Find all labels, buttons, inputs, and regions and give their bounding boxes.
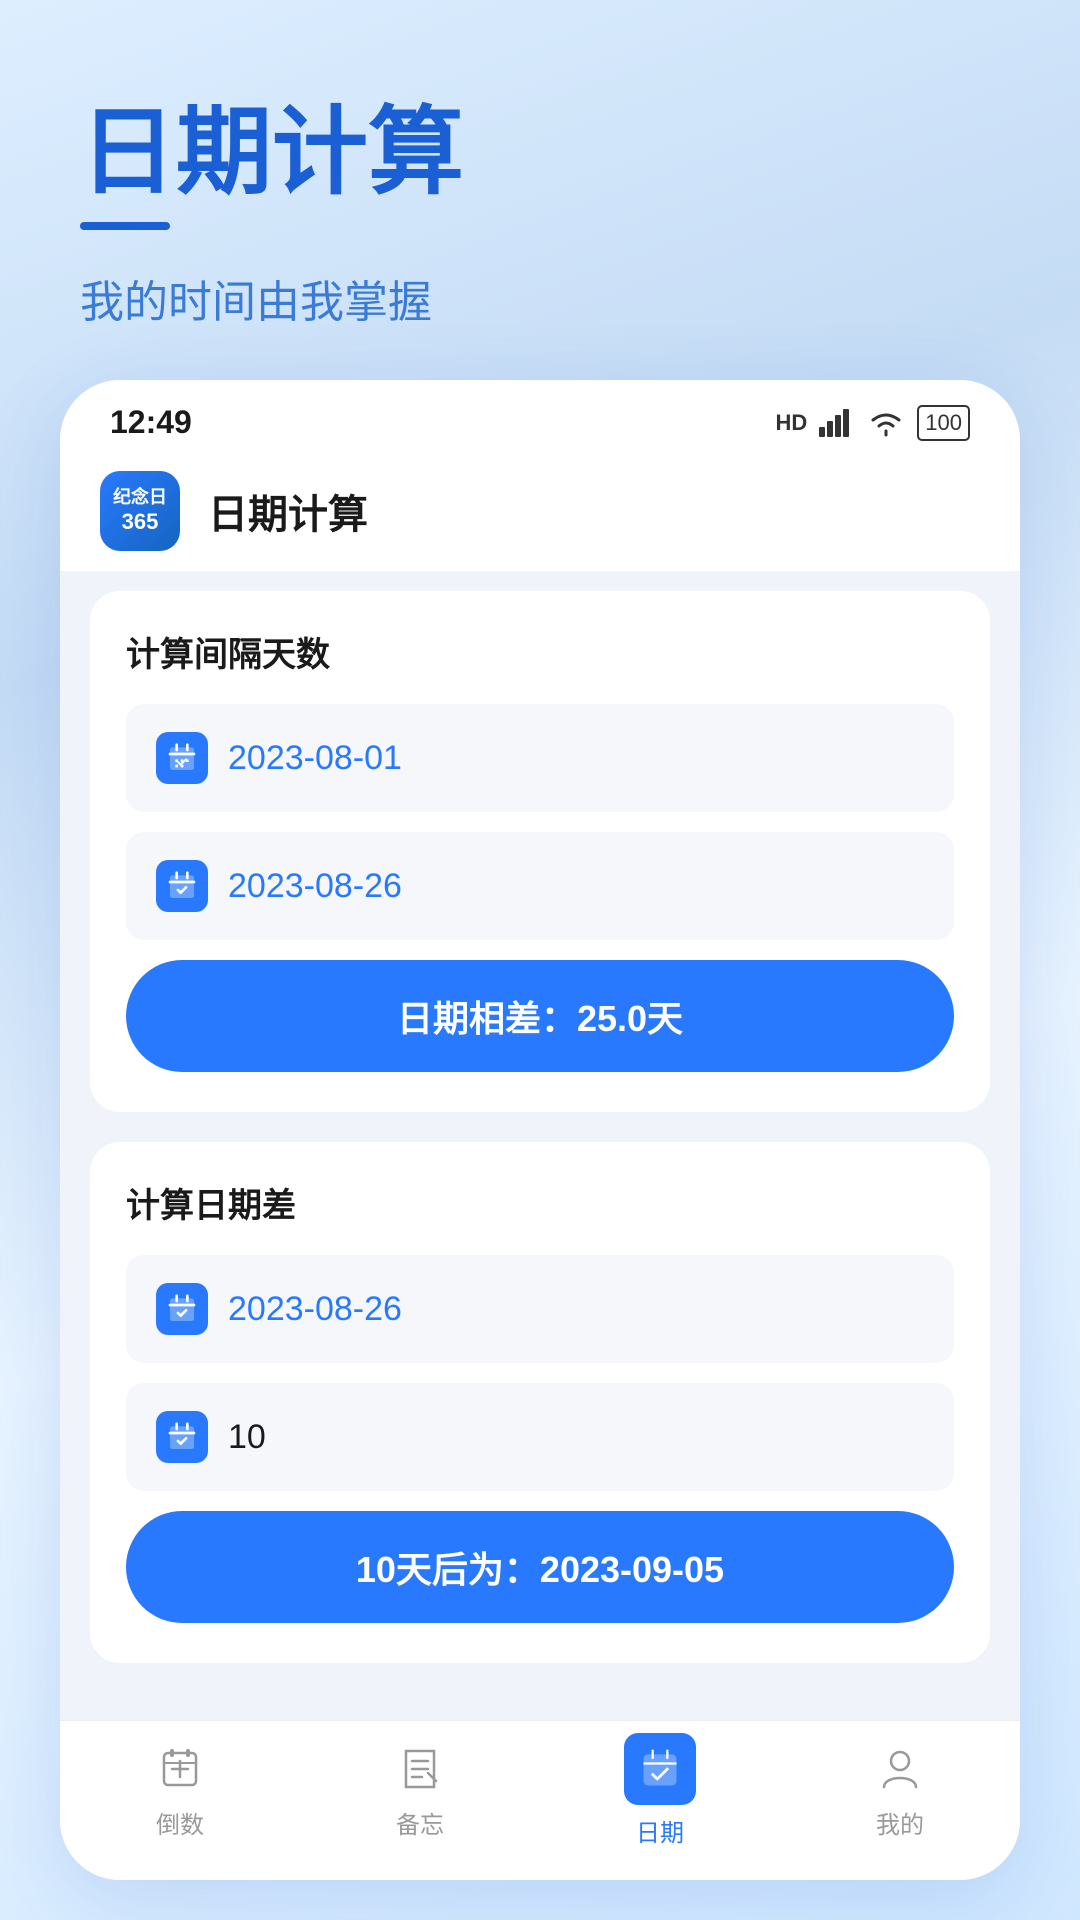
hd-icon: HD bbox=[776, 410, 808, 436]
tab-profile[interactable]: 我的 bbox=[780, 1741, 1020, 1840]
section2-title: 计算日期差 bbox=[126, 1178, 954, 1227]
tab-memo-label: 备忘 bbox=[396, 1805, 444, 1840]
app-subtitle: 我的时间由我掌握 bbox=[80, 266, 1000, 330]
wifi-icon bbox=[867, 409, 905, 437]
date-icon-bg bbox=[624, 1733, 696, 1805]
memo-icon bbox=[392, 1741, 448, 1797]
section-date-diff: 计算日期差 2023-08-26 bbox=[90, 1142, 990, 1663]
phone-mockup: 12:49 HD 100 纪念日 bbox=[60, 380, 1020, 1880]
section1-date2-row[interactable]: 2023-08-26 bbox=[126, 832, 954, 940]
section2-date1-value[interactable]: 2023-08-26 bbox=[228, 1290, 402, 1329]
section1-date2-value[interactable]: 2023-08-26 bbox=[228, 867, 402, 906]
section2-result-btn[interactable]: 10天后为：2023-09-05 bbox=[126, 1511, 954, 1623]
tab-date-label: 日期 bbox=[636, 1813, 684, 1848]
main-content: 计算间隔天数 2023-08-01 bbox=[60, 571, 1020, 1791]
status-time: 12:49 bbox=[110, 404, 192, 441]
tab-countdown[interactable]: 倒数 bbox=[60, 1741, 300, 1840]
calendar-icon-4 bbox=[156, 1411, 208, 1463]
tab-date[interactable]: 日期 bbox=[540, 1733, 780, 1848]
app-header-title: 日期计算 bbox=[208, 482, 368, 540]
section1-result-text: 日期相差：25.0天 bbox=[397, 998, 683, 1039]
app-logo: 纪念日 365 bbox=[100, 471, 180, 551]
status-icons: HD 100 bbox=[776, 405, 971, 441]
section1-date1-value[interactable]: 2023-08-01 bbox=[228, 739, 402, 778]
section2-result-text: 10天后为：2023-09-05 bbox=[356, 1549, 724, 1590]
tab-memo[interactable]: 备忘 bbox=[300, 1741, 540, 1840]
tab-bar: 倒数 备忘 bbox=[60, 1720, 1020, 1880]
section1-date1-row[interactable]: 2023-08-01 bbox=[126, 704, 954, 812]
section2-days-value[interactable]: 10 bbox=[228, 1418, 266, 1457]
signal-icon bbox=[819, 409, 855, 437]
section-interval-days: 计算间隔天数 2023-08-01 bbox=[90, 591, 990, 1112]
header-area: 日期计算 我的时间由我掌握 bbox=[0, 0, 1080, 370]
battery-icon: 100 bbox=[917, 405, 970, 441]
date-icon bbox=[624, 1733, 696, 1805]
section2-days-row[interactable]: 10 bbox=[126, 1383, 954, 1491]
status-bar: 12:49 HD 100 bbox=[60, 380, 1020, 451]
section1-title: 计算间隔天数 bbox=[126, 627, 954, 676]
calendar-icon-1 bbox=[156, 732, 208, 784]
section2-date1-row[interactable]: 2023-08-26 bbox=[126, 1255, 954, 1363]
app-header-bar: 纪念日 365 日期计算 bbox=[60, 451, 1020, 571]
calendar-icon-3 bbox=[156, 1283, 208, 1335]
countdown-icon bbox=[152, 1741, 208, 1797]
app-title: 日期计算 bbox=[80, 100, 1000, 206]
calendar-icon-2 bbox=[156, 860, 208, 912]
section1-result-btn[interactable]: 日期相差：25.0天 bbox=[126, 960, 954, 1072]
profile-icon bbox=[872, 1741, 928, 1797]
tab-profile-label: 我的 bbox=[876, 1805, 924, 1840]
tab-countdown-label: 倒数 bbox=[156, 1805, 204, 1840]
title-underline bbox=[80, 222, 170, 230]
